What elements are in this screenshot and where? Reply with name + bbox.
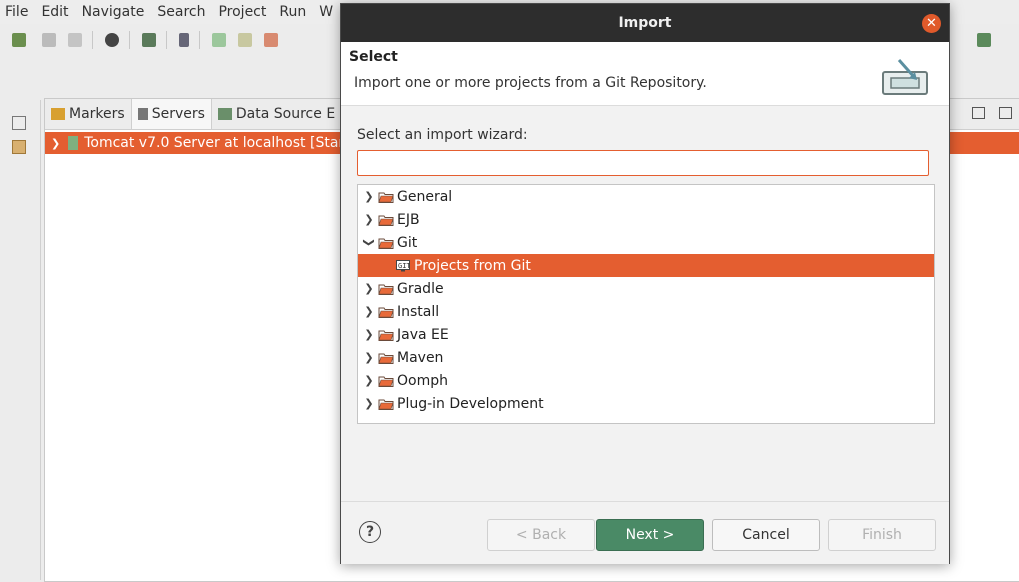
- maximize-icon[interactable]: [999, 107, 1012, 119]
- dialog-title: Import: [618, 15, 672, 31]
- tab-data-source-label: Data Source E: [235, 106, 336, 122]
- run-icon[interactable]: [212, 33, 226, 47]
- folder-open-icon: [378, 238, 394, 249]
- tree-item-label: Git: [397, 234, 418, 251]
- wizard-filter-input[interactable]: [357, 150, 929, 176]
- folder-icon: [378, 284, 394, 295]
- folder-icon: [378, 353, 394, 364]
- toolbar-separator: [92, 31, 93, 49]
- menu-search[interactable]: Search: [152, 4, 213, 20]
- help-icon[interactable]: ?: [359, 521, 381, 543]
- tree-item-oomph[interactable]: ❯ Oomph: [358, 369, 934, 392]
- chevron-right-icon[interactable]: ❯: [364, 328, 374, 341]
- tree-item-git[interactable]: ❯ Git: [358, 231, 934, 254]
- toolbar-separator: [129, 31, 130, 49]
- tree-item-label: Install: [397, 303, 440, 320]
- left-trim-stack: [0, 100, 41, 580]
- tree-item-label: Java EE: [397, 326, 449, 343]
- chevron-right-icon[interactable]: ❯: [364, 282, 374, 295]
- folder-icon: [378, 330, 394, 341]
- menu-file[interactable]: File: [0, 4, 36, 20]
- tab-markers-label: Markers: [69, 106, 125, 122]
- tree-item-label: Projects from Git: [414, 257, 531, 274]
- folder-icon: [378, 307, 394, 318]
- wizard-banner: Select Import one or more projects from …: [341, 42, 949, 106]
- tab-markers[interactable]: Markers: [45, 99, 132, 129]
- server-row-label: Tomcat v7.0 Server at localhost [Starte: [84, 135, 359, 151]
- chevron-right-icon[interactable]: ❯: [364, 213, 374, 226]
- back-button[interactable]: < Back: [487, 519, 595, 551]
- toolbar-separator: [166, 31, 167, 49]
- svg-text:GIT: GIT: [398, 262, 410, 270]
- restore-icon[interactable]: [12, 116, 26, 130]
- dialog-button-bar: ? < Back Next > Cancel Finish: [341, 501, 949, 564]
- menu-project[interactable]: Project: [213, 4, 274, 20]
- tree-item-label: Maven: [397, 349, 444, 366]
- cancel-button[interactable]: Cancel: [712, 519, 820, 551]
- chevron-right-icon[interactable]: ❯: [364, 397, 374, 410]
- save-all-icon[interactable]: [68, 33, 82, 47]
- menu-navigate[interactable]: Navigate: [77, 4, 153, 20]
- tree-item-label: EJB: [397, 211, 420, 228]
- tree-item-maven[interactable]: ❯ Maven: [358, 346, 934, 369]
- menu-window[interactable]: W: [314, 4, 341, 20]
- folder-icon: [378, 399, 394, 410]
- tree-item-install[interactable]: ❯ Install: [358, 300, 934, 323]
- markers-icon: [51, 108, 65, 120]
- folder-icon: [378, 192, 394, 203]
- chevron-right-icon[interactable]: ❯: [364, 374, 374, 387]
- tomcat-icon: [68, 136, 79, 150]
- tab-servers-label: Servers: [151, 106, 205, 122]
- perspective-icon[interactable]: [977, 33, 991, 47]
- tree-item-java-ee[interactable]: ❯ Java EE: [358, 323, 934, 346]
- toolbar-separator: [199, 31, 200, 49]
- menu-edit[interactable]: Edit: [36, 4, 76, 20]
- menu-run[interactable]: Run: [274, 4, 314, 20]
- tree-item-label: Oomph: [397, 372, 448, 389]
- tree-item-label: Plug-in Development: [397, 395, 544, 412]
- tree-item-label: Gradle: [397, 280, 444, 297]
- git-repository-icon: GIT: [396, 259, 410, 271]
- datasource-icon: [217, 108, 232, 120]
- chevron-right-icon[interactable]: ❯: [51, 137, 60, 150]
- chevron-down-icon[interactable]: ❯: [363, 238, 376, 248]
- wizard-page-title: Select: [349, 49, 398, 65]
- chevron-right-icon[interactable]: ❯: [364, 305, 374, 318]
- debug-icon[interactable]: [179, 33, 189, 47]
- package-explorer-icon[interactable]: [12, 140, 26, 154]
- wizard-page-description: Import one or more projects from a Git R…: [354, 75, 707, 91]
- chevron-right-icon[interactable]: ❯: [364, 190, 374, 203]
- next-button[interactable]: Next >: [596, 519, 704, 551]
- suspend-icon[interactable]: [238, 33, 252, 47]
- view-controls: [972, 107, 1012, 119]
- folder-icon: [378, 215, 394, 226]
- wizard-body: Select an import wizard: ❯ General ❯ EJB…: [341, 106, 949, 503]
- tree-item-gradle[interactable]: ❯ Gradle: [358, 277, 934, 300]
- terminate-icon[interactable]: [264, 33, 278, 47]
- tab-data-source[interactable]: Data Source E: [212, 99, 343, 129]
- chevron-right-icon[interactable]: ❯: [364, 351, 374, 364]
- profile-icon[interactable]: [105, 33, 119, 47]
- import-dialog: Import ✕ Select Import one or more proje…: [340, 3, 950, 564]
- tree-item-projects-from-git[interactable]: GIT Projects from Git: [358, 254, 934, 277]
- save-icon[interactable]: [42, 33, 56, 47]
- tree-item-general[interactable]: ❯ General: [358, 185, 934, 208]
- servers-icon: [137, 108, 148, 120]
- wizard-tree[interactable]: ❯ General ❯ EJB ❯ Git GIT Projects from …: [357, 184, 935, 424]
- import-wizard-icon: [882, 59, 928, 95]
- minimize-icon[interactable]: [972, 107, 985, 119]
- tree-item-plugin-development[interactable]: ❯ Plug-in Development: [358, 392, 934, 415]
- finish-button[interactable]: Finish: [828, 519, 936, 551]
- tab-servers[interactable]: Servers: [131, 99, 212, 129]
- tree-item-label: General: [397, 188, 453, 205]
- folder-icon: [378, 376, 394, 387]
- new-icon[interactable]: [12, 33, 26, 47]
- tree-item-ejb[interactable]: ❯ EJB: [358, 208, 934, 231]
- close-icon[interactable]: ✕: [922, 14, 941, 33]
- wizard-select-label: Select an import wizard:: [357, 127, 528, 143]
- dialog-titlebar[interactable]: Import ✕: [341, 4, 949, 42]
- console-icon[interactable]: [142, 33, 156, 47]
